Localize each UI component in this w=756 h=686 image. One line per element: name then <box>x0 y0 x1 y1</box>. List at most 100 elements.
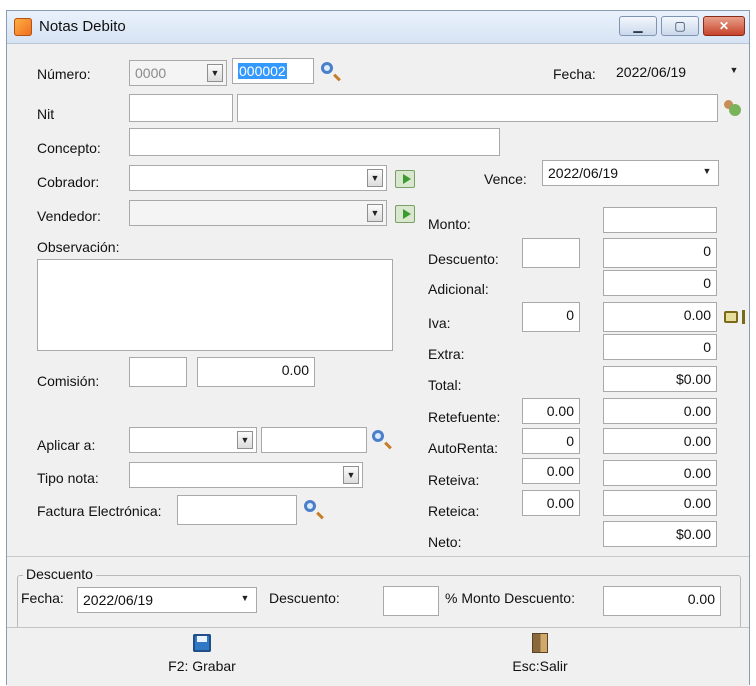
search-icon <box>321 62 333 74</box>
vendedor-label: Vendedor: <box>37 208 101 224</box>
go-arrow-icon <box>395 205 415 223</box>
aplicar-input[interactable] <box>261 427 367 453</box>
retefuente-pct-input[interactable]: 0.00 <box>522 398 580 424</box>
vence-picker[interactable]: 2022/06/19 ▼ <box>542 160 719 186</box>
section-divider <box>7 556 749 557</box>
save-label: F2: Grabar <box>168 658 236 674</box>
reteica-label: Reteica: <box>428 503 480 519</box>
group-monto-label: % Monto Descuento: <box>445 590 575 606</box>
adicional-value: 0 <box>703 275 711 291</box>
exit-button[interactable]: Esc:Salir <box>485 628 595 684</box>
reteiva-pct-input[interactable]: 0.00 <box>522 458 580 484</box>
aplicar-select[interactable]: ▼ <box>129 427 257 453</box>
autorenta-label: AutoRenta: <box>428 440 499 456</box>
neto-value: $0.00 <box>675 526 711 542</box>
monto-input[interactable] <box>603 207 717 233</box>
reteica-value: 0.00 <box>683 495 711 511</box>
vence-value: 2022/06/19 <box>548 165 619 181</box>
maximize-icon: ▢ <box>674 19 686 33</box>
descuento-value: 0 <box>703 243 711 259</box>
search-numero-button[interactable] <box>320 61 342 83</box>
search-icon <box>372 430 384 442</box>
exit-label: Esc:Salir <box>512 658 568 674</box>
comision-value-input[interactable]: 0.00 <box>197 357 315 387</box>
retefuente-pct-value: 0.00 <box>546 403 574 419</box>
tipo-nota-label: Tipo nota: <box>37 470 99 486</box>
iva-pct-input[interactable]: 0 <box>522 302 580 332</box>
retefuente-label: Retefuente: <box>428 409 501 425</box>
window-title: Notas Debito <box>39 18 126 35</box>
minimize-button[interactable]: ▁ <box>619 16 657 36</box>
save-icon <box>193 634 211 652</box>
search-factura-button[interactable] <box>303 499 325 521</box>
app-icon <box>14 18 32 36</box>
go-arrow-icon <box>395 170 415 188</box>
nit-label: Nit <box>37 106 55 122</box>
vendedor-select[interactable]: ▼ <box>129 200 387 226</box>
cobrador-label: Cobrador: <box>37 174 100 190</box>
chevron-down-icon: ▼ <box>240 593 250 603</box>
autorenta-pct-input[interactable]: 0 <box>522 428 580 454</box>
group-descuento-label: Descuento: <box>269 590 340 606</box>
cobrador-go-button[interactable] <box>393 167 415 189</box>
neto-label: Neto: <box>428 534 462 550</box>
descuento-label: Descuento: <box>428 251 499 267</box>
iva-value-input[interactable]: 0.00 <box>603 302 717 332</box>
cobrador-select[interactable]: ▼ <box>129 165 387 191</box>
users-icon <box>724 100 741 116</box>
extra-input[interactable]: 0 <box>603 334 717 360</box>
vendedor-go-button[interactable] <box>393 202 415 224</box>
bottom-toolbar: F2: Grabar Esc:Salir <box>7 627 749 686</box>
iva-value: 0.00 <box>683 307 711 323</box>
numero-prefix-value: 0000 <box>135 65 167 81</box>
chevron-down-icon: ▼ <box>729 65 739 75</box>
reteica-value-input[interactable]: 0.00 <box>603 490 717 516</box>
numero-prefix-select[interactable]: 0000 ▼ <box>129 60 227 86</box>
observacion-textarea[interactable] <box>37 259 393 351</box>
autorenta-pct-value: 0 <box>566 433 574 449</box>
fecha-value: 2022/06/19 <box>616 64 687 80</box>
calculator-icon <box>724 310 745 324</box>
tipo-nota-select[interactable]: ▼ <box>129 462 363 488</box>
users-button[interactable] <box>722 97 744 119</box>
autorenta-value: 0.00 <box>683 433 711 449</box>
total-value: $0.00 <box>675 371 711 387</box>
nit-name-input[interactable] <box>237 94 718 122</box>
autorenta-value-input[interactable]: 0.00 <box>603 428 717 454</box>
factura-input[interactable] <box>177 495 297 525</box>
group-monto-input[interactable]: 0.00 <box>603 586 721 616</box>
chevron-down-icon: ▼ <box>367 169 383 187</box>
comision-percent-input[interactable] <box>129 357 187 387</box>
reteiva-value-input[interactable]: 0.00 <box>603 460 717 486</box>
notas-debito-window: Notas Debito ▁ ▢ ✕ Número: 0000 ▼ 000002… <box>6 10 750 686</box>
descuento-value-input[interactable]: 0 <box>603 238 717 268</box>
adicional-input[interactable]: 0 <box>603 270 717 296</box>
group-descuento-input[interactable] <box>383 586 439 616</box>
maximize-button[interactable]: ▢ <box>661 16 699 36</box>
chevron-down-icon: ▼ <box>702 166 712 176</box>
concepto-input[interactable] <box>129 128 500 156</box>
group-monto-value: 0.00 <box>687 591 715 607</box>
chevron-down-icon: ▼ <box>367 204 383 222</box>
numero-input[interactable]: 000002 <box>232 58 314 84</box>
retefuente-value-input[interactable]: 0.00 <box>603 398 717 424</box>
reteiva-label: Reteiva: <box>428 472 480 488</box>
nit-input[interactable] <box>129 94 233 122</box>
save-button[interactable]: F2: Grabar <box>147 628 257 684</box>
reteiva-pct-value: 0.00 <box>546 463 574 479</box>
group-fecha-label: Fecha: <box>21 590 64 606</box>
chevron-down-icon: ▼ <box>207 64 223 82</box>
reteica-pct-input[interactable]: 0.00 <box>522 490 580 516</box>
calculator-button[interactable] <box>723 307 745 329</box>
concepto-label: Concepto: <box>37 140 101 156</box>
fecha-label: Fecha: <box>553 66 596 82</box>
reteiva-value: 0.00 <box>683 465 711 481</box>
group-fecha-picker[interactable]: 2022/06/19 ▼ <box>77 587 257 613</box>
close-button[interactable]: ✕ <box>703 16 745 36</box>
fecha-picker[interactable]: 2022/06/19 ▼ <box>610 59 746 85</box>
title-bar[interactable]: Notas Debito ▁ ▢ ✕ <box>7 11 749 44</box>
search-aplicar-button[interactable] <box>371 429 393 451</box>
chevron-down-icon: ▼ <box>343 466 359 484</box>
retefuente-value: 0.00 <box>683 403 711 419</box>
descuento-pct-input[interactable] <box>522 238 580 268</box>
